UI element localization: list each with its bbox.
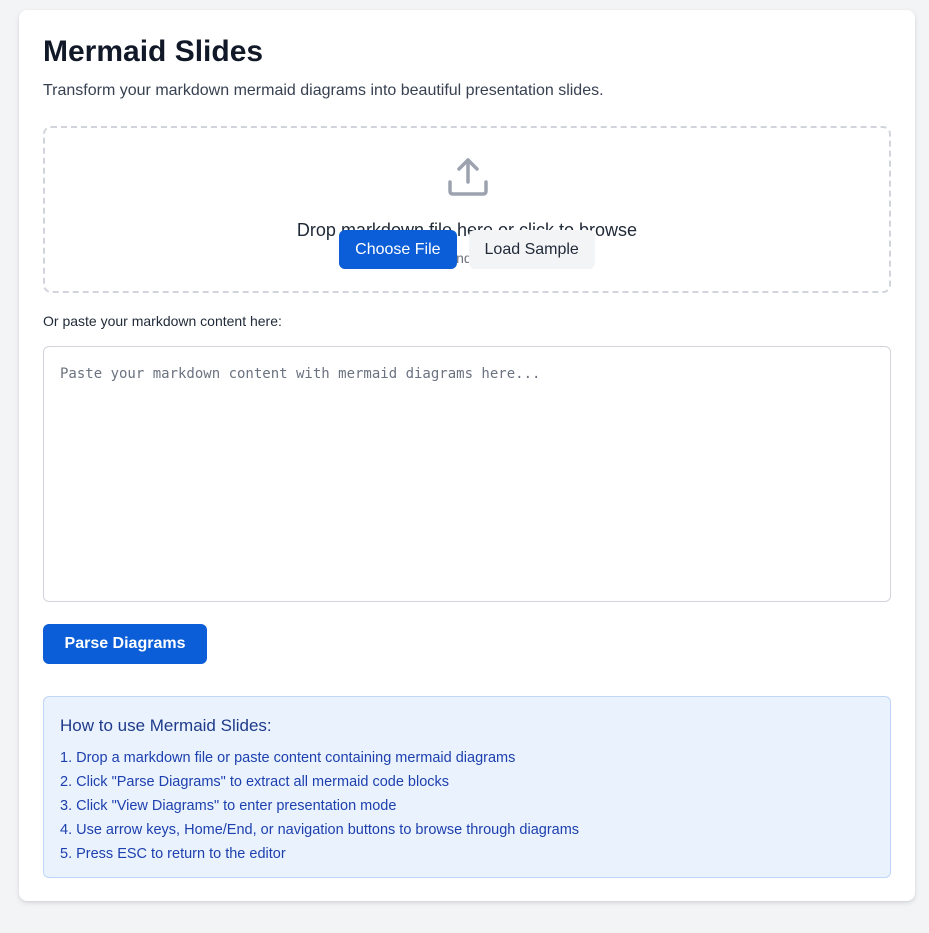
help-step: 5. Press ESC to return to the editor — [60, 846, 286, 862]
help-title: How to use Mermaid Slides: — [60, 716, 272, 735]
help-step: 4. Use arrow keys, Home/End, or navigati… — [60, 822, 580, 838]
file-dropzone[interactable]: Drop markdown file here or click to brow… — [43, 126, 891, 293]
choose-file-button[interactable]: Choose File — [339, 230, 457, 269]
help-step: 1. Drop a markdown file or paste content… — [60, 750, 516, 766]
page-title: Mermaid Slides — [43, 35, 264, 68]
upload-icon — [448, 158, 488, 196]
load-sample-button[interactable]: Load Sample — [468, 230, 595, 269]
help-step: 2. Click "Parse Diagrams" to extract all… — [60, 774, 450, 790]
dropzone-buttons: Choose File Load Sample — [45, 230, 889, 269]
page-subtitle: Transform your markdown mermaid diagrams… — [43, 82, 604, 99]
help-panel: How to use Mermaid Slides: 1. Drop a mar… — [43, 696, 891, 878]
parse-diagrams-button[interactable]: Parse Diagrams — [43, 624, 207, 664]
main-card: Mermaid Slides Transform your markdown m… — [19, 10, 915, 901]
help-step: 3. Click "View Diagrams" to enter presen… — [60, 798, 397, 814]
markdown-input[interactable] — [43, 346, 891, 602]
help-steps: 1. Drop a markdown file or paste content… — [60, 746, 874, 866]
markdown-input-label: Or paste your markdown content here: — [43, 313, 282, 329]
